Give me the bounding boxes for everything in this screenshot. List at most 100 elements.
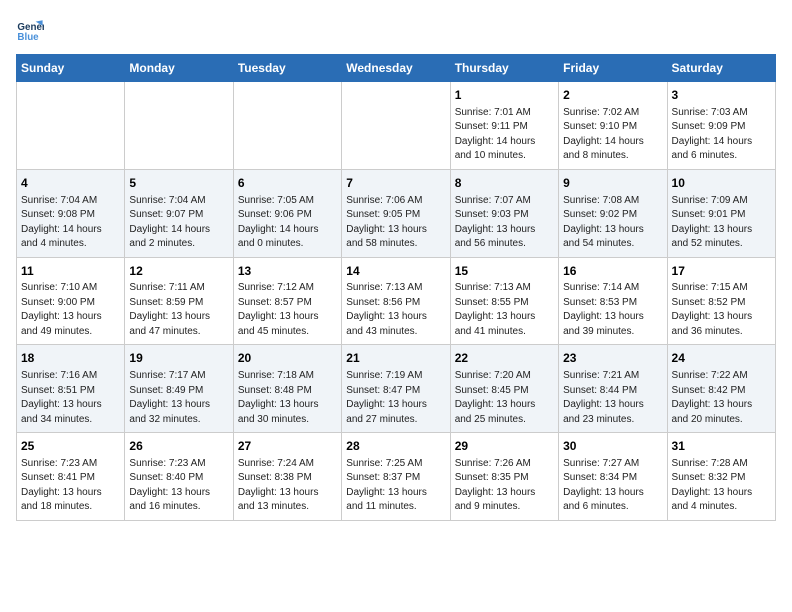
day-cell: 19 Sunrise: 7:17 AM Sunset: 8:49 PM Dayli…: [125, 345, 233, 433]
day-number: 17: [672, 263, 771, 280]
day-info: Sunrise: 7:26 AM Sunset: 8:35 PM Dayligh…: [455, 457, 554, 515]
day-cell: 1 Sunrise: 7:01 AM Sunset: 9:11 PM Daylig…: [450, 82, 558, 170]
day-info: Sunrise: 7:17 AM Sunset: 8:49 PM Dayligh…: [129, 369, 228, 427]
calendar-table: SundayMondayTuesdayWednesdayThursdayFrid…: [16, 54, 776, 521]
day-cell: 2 Sunrise: 7:02 AM Sunset: 9:10 PM Daylig…: [559, 82, 667, 170]
header: General Blue: [16, 16, 776, 44]
day-info: Sunrise: 7:03 AM Sunset: 9:09 PM Dayligh…: [672, 106, 771, 164]
day-number: 13: [238, 263, 337, 280]
day-cell: 24 Sunrise: 7:22 AM Sunset: 8:42 PM Dayli…: [667, 345, 775, 433]
day-cell: 18 Sunrise: 7:16 AM Sunset: 8:51 PM Dayli…: [17, 345, 125, 433]
header-thursday: Thursday: [450, 55, 558, 82]
day-info: Sunrise: 7:13 AM Sunset: 8:56 PM Dayligh…: [346, 281, 445, 339]
day-info: Sunrise: 7:15 AM Sunset: 8:52 PM Dayligh…: [672, 281, 771, 339]
day-info: Sunrise: 7:04 AM Sunset: 9:08 PM Dayligh…: [21, 194, 120, 252]
day-cell: 5 Sunrise: 7:04 AM Sunset: 9:07 PM Daylig…: [125, 169, 233, 257]
day-number: 15: [455, 263, 554, 280]
day-info: Sunrise: 7:24 AM Sunset: 8:38 PM Dayligh…: [238, 457, 337, 515]
day-info: Sunrise: 7:12 AM Sunset: 8:57 PM Dayligh…: [238, 281, 337, 339]
svg-text:Blue: Blue: [17, 32, 39, 43]
day-number: 31: [672, 438, 771, 455]
day-number: 8: [455, 175, 554, 192]
day-cell: 21Sunrise: 7:19 AM Sunset: 8:47 PM Dayli…: [342, 345, 450, 433]
day-cell: 4Sunrise: 7:04 AM Sunset: 9:08 PM Daylig…: [17, 169, 125, 257]
day-info: Sunrise: 7:22 AM Sunset: 8:42 PM Dayligh…: [672, 369, 771, 427]
day-number: 7: [346, 175, 445, 192]
week-row-4: 18 Sunrise: 7:16 AM Sunset: 8:51 PM Dayli…: [17, 345, 776, 433]
day-number: 29: [455, 438, 554, 455]
day-cell: [342, 82, 450, 170]
day-cell: 20 Sunrise: 7:18 AM Sunset: 8:48 PM Dayli…: [233, 345, 341, 433]
week-row-1: 1 Sunrise: 7:01 AM Sunset: 9:11 PM Daylig…: [17, 82, 776, 170]
week-row-2: 4Sunrise: 7:04 AM Sunset: 9:08 PM Daylig…: [17, 169, 776, 257]
header-saturday: Saturday: [667, 55, 775, 82]
header-monday: Monday: [125, 55, 233, 82]
day-number: 22: [455, 350, 554, 367]
day-cell: 27 Sunrise: 7:24 AM Sunset: 8:38 PM Dayli…: [233, 433, 341, 521]
day-cell: 28Sunrise: 7:25 AM Sunset: 8:37 PM Dayli…: [342, 433, 450, 521]
day-cell: 15Sunrise: 7:13 AM Sunset: 8:55 PM Dayli…: [450, 257, 558, 345]
day-cell: 10 Sunrise: 7:09 AM Sunset: 9:01 PM Dayli…: [667, 169, 775, 257]
day-number: 10: [672, 175, 771, 192]
day-number: 24: [672, 350, 771, 367]
day-number: 18: [21, 350, 120, 367]
day-number: 14: [346, 263, 445, 280]
day-number: 2: [563, 87, 662, 104]
day-info: Sunrise: 7:01 AM Sunset: 9:11 PM Dayligh…: [455, 106, 554, 164]
day-info: Sunrise: 7:28 AM Sunset: 8:32 PM Dayligh…: [672, 457, 771, 515]
day-cell: 12Sunrise: 7:11 AM Sunset: 8:59 PM Dayli…: [125, 257, 233, 345]
header-friday: Friday: [559, 55, 667, 82]
day-number: 6: [238, 175, 337, 192]
day-cell: 16Sunrise: 7:14 AM Sunset: 8:53 PM Dayli…: [559, 257, 667, 345]
day-number: 27: [238, 438, 337, 455]
day-info: Sunrise: 7:20 AM Sunset: 8:45 PM Dayligh…: [455, 369, 554, 427]
day-number: 12: [129, 263, 228, 280]
day-info: Sunrise: 7:23 AM Sunset: 8:41 PM Dayligh…: [21, 457, 120, 515]
day-cell: 11Sunrise: 7:10 AM Sunset: 9:00 PM Dayli…: [17, 257, 125, 345]
calendar-header-row: SundayMondayTuesdayWednesdayThursdayFrid…: [17, 55, 776, 82]
day-cell: 30 Sunrise: 7:27 AM Sunset: 8:34 PM Dayli…: [559, 433, 667, 521]
day-info: Sunrise: 7:07 AM Sunset: 9:03 PM Dayligh…: [455, 194, 554, 252]
day-info: Sunrise: 7:08 AM Sunset: 9:02 PM Dayligh…: [563, 194, 662, 252]
day-cell: 31 Sunrise: 7:28 AM Sunset: 8:32 PM Dayli…: [667, 433, 775, 521]
day-number: 9: [563, 175, 662, 192]
day-info: Sunrise: 7:02 AM Sunset: 9:10 PM Dayligh…: [563, 106, 662, 164]
day-number: 23: [563, 350, 662, 367]
day-number: 26: [129, 438, 228, 455]
day-info: Sunrise: 7:19 AM Sunset: 8:47 PM Dayligh…: [346, 369, 445, 427]
header-tuesday: Tuesday: [233, 55, 341, 82]
day-cell: [125, 82, 233, 170]
day-cell: 26Sunrise: 7:23 AM Sunset: 8:40 PM Dayli…: [125, 433, 233, 521]
day-info: Sunrise: 7:10 AM Sunset: 9:00 PM Dayligh…: [21, 281, 120, 339]
day-cell: 14Sunrise: 7:13 AM Sunset: 8:56 PM Dayli…: [342, 257, 450, 345]
day-number: 1: [455, 87, 554, 104]
day-cell: 25Sunrise: 7:23 AM Sunset: 8:41 PM Dayli…: [17, 433, 125, 521]
day-number: 3: [672, 87, 771, 104]
day-info: Sunrise: 7:16 AM Sunset: 8:51 PM Dayligh…: [21, 369, 120, 427]
day-number: 5: [129, 175, 228, 192]
day-info: Sunrise: 7:27 AM Sunset: 8:34 PM Dayligh…: [563, 457, 662, 515]
day-info: Sunrise: 7:18 AM Sunset: 8:48 PM Dayligh…: [238, 369, 337, 427]
day-cell: 7 Sunrise: 7:06 AM Sunset: 9:05 PM Daylig…: [342, 169, 450, 257]
day-cell: 22 Sunrise: 7:20 AM Sunset: 8:45 PM Dayli…: [450, 345, 558, 433]
header-wednesday: Wednesday: [342, 55, 450, 82]
day-number: 30: [563, 438, 662, 455]
day-number: 19: [129, 350, 228, 367]
day-cell: 6 Sunrise: 7:05 AM Sunset: 9:06 PM Daylig…: [233, 169, 341, 257]
header-sunday: Sunday: [17, 55, 125, 82]
week-row-5: 25Sunrise: 7:23 AM Sunset: 8:41 PM Dayli…: [17, 433, 776, 521]
day-info: Sunrise: 7:11 AM Sunset: 8:59 PM Dayligh…: [129, 281, 228, 339]
day-info: Sunrise: 7:04 AM Sunset: 9:07 PM Dayligh…: [129, 194, 228, 252]
logo: General Blue: [16, 16, 48, 44]
day-cell: 17Sunrise: 7:15 AM Sunset: 8:52 PM Dayli…: [667, 257, 775, 345]
day-info: Sunrise: 7:05 AM Sunset: 9:06 PM Dayligh…: [238, 194, 337, 252]
day-number: 20: [238, 350, 337, 367]
logo-icon: General Blue: [16, 16, 44, 44]
day-cell: [17, 82, 125, 170]
day-info: Sunrise: 7:06 AM Sunset: 9:05 PM Dayligh…: [346, 194, 445, 252]
day-info: Sunrise: 7:09 AM Sunset: 9:01 PM Dayligh…: [672, 194, 771, 252]
day-info: Sunrise: 7:13 AM Sunset: 8:55 PM Dayligh…: [455, 281, 554, 339]
day-cell: 9 Sunrise: 7:08 AM Sunset: 9:02 PM Daylig…: [559, 169, 667, 257]
day-info: Sunrise: 7:21 AM Sunset: 8:44 PM Dayligh…: [563, 369, 662, 427]
day-number: 28: [346, 438, 445, 455]
